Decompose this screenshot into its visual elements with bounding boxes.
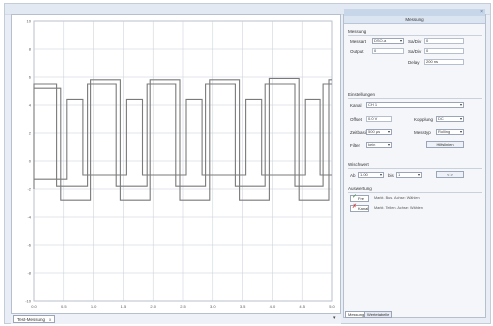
document-tab-bar: Test-Messung x ▾ [11, 314, 341, 324]
chevron-down-icon: ▾ [459, 116, 462, 121]
close-icon[interactable]: x [49, 317, 51, 322]
source-value: CH 1 [368, 102, 378, 107]
output-field[interactable]: 0 [372, 48, 404, 54]
chevron-down-icon: ▾ [387, 142, 390, 147]
close-icon[interactable]: × [480, 9, 483, 15]
channel-select[interactable]: DSO-a ▾ [372, 38, 404, 44]
timebase-select[interactable]: 500 µs ▾ [366, 129, 392, 135]
x-tick-label: 0.0 [31, 304, 37, 309]
tab-measurement[interactable]: Test-Messung x [13, 315, 56, 323]
coupling-select[interactable]: DC ▾ [436, 116, 464, 122]
channel-value: DSO-a [374, 38, 387, 43]
range-to-select[interactable]: 1 ▾ [396, 172, 422, 178]
filter-select[interactable]: kein ▾ [366, 142, 392, 148]
x-tick-label: 1.0 [91, 304, 97, 309]
divider [348, 98, 482, 99]
tab-label: Test-Messung [17, 317, 46, 322]
panel-header: Messung [344, 16, 485, 24]
range-button[interactable]: < > [436, 171, 464, 178]
chevron-down-icon: ▾ [459, 129, 462, 134]
chevron-down-icon: ▾ [379, 172, 382, 177]
sample2-field[interactable]: 0 [424, 48, 464, 54]
checkbox-frequency-label: Fre [358, 196, 364, 201]
range-from-value: 1.00 [360, 172, 368, 177]
oscilloscope-plot[interactable]: 0.0 0.5 1.0 1.5 2.0 2.5 3.0 3.5 4.0 4.5 5.0 10 8 6 4 2 0… [12, 15, 342, 315]
check-icon: ✓ [352, 194, 358, 200]
divider [348, 192, 482, 193]
output-label: Output [350, 49, 364, 54]
arrow-down-icon[interactable]: ▾ [333, 315, 336, 321]
section-title-output: Auswertung [348, 186, 372, 191]
x-tick-label: 3.5 [240, 304, 246, 309]
filter-label: Filter [350, 143, 360, 148]
channel-label: Messart [350, 39, 367, 44]
coupling-label: Kopplung [414, 117, 434, 122]
range-to-label: bis [388, 173, 394, 178]
frequency-hint: Markt. Bus. Achse: Wählen [374, 196, 420, 200]
app-window: 0.0 0.5 1.0 1.5 2.0 2.5 3.0 3.5 4.0 4.5 5.0 10 8 6 4 2 0… [4, 3, 491, 324]
sample-label: Sa/Div [408, 39, 422, 44]
range-from-label: Ab [350, 173, 356, 178]
tab-value-table[interactable]: Wertetabelle [364, 311, 393, 318]
plot-panel: 0.0 0.5 1.0 1.5 2.0 2.5 3.0 3.5 4.0 4.5 5.0 10 8 6 4 2 0… [11, 14, 341, 314]
range-to-value: 1 [398, 172, 401, 177]
coupling-value: DC [438, 116, 444, 121]
channel-hint: Markt. Teilen. Achse: Wählen [374, 206, 423, 210]
x-tick-label: 4.5 [299, 304, 305, 309]
x-tick-label: 4.0 [270, 304, 276, 309]
y-tick-label: -6 [27, 243, 31, 248]
section-title-range: Wischwert [348, 162, 369, 167]
delay-field[interactable]: 200 ns [424, 59, 464, 65]
checkbox-frequency[interactable]: ✓ Fre [350, 194, 369, 202]
guides-button[interactable]: Hilfslinien [426, 141, 464, 148]
x-tick-label: 2.0 [150, 304, 156, 309]
sample-field[interactable]: 0 [424, 38, 464, 44]
y-tick-label: 10 [27, 19, 32, 24]
y-tick-label: 8 [29, 47, 32, 52]
x-tick-label: 5.0 [329, 304, 335, 309]
source-select[interactable]: CH 1 ▾ [366, 102, 464, 108]
y-tick-label: -2 [27, 187, 31, 192]
x-tick-label: 3.0 [210, 304, 216, 309]
panel-titlebar: × [344, 9, 485, 16]
x-tick-label: 1.5 [121, 304, 127, 309]
y-tick-label: -10 [25, 299, 32, 304]
filter-value: kein [368, 142, 376, 147]
checkbox-channel-label: Kanal [358, 206, 369, 211]
measurement-panel: × Messung Messung Messart DSO-a ▾ Sa/Div … [343, 9, 486, 318]
checkbox-channel[interactable]: ✗ Kanal [350, 204, 369, 212]
check-icon: ✗ [352, 204, 358, 210]
y-tick-label: 6 [29, 75, 32, 80]
chevron-down-icon: ▾ [387, 129, 390, 134]
divider [348, 35, 482, 36]
mode-label: Messtyp [414, 130, 431, 135]
section-title-measurement: Messung [348, 29, 367, 34]
mode-select[interactable]: Rolling ▾ [436, 129, 464, 135]
source-label: Kanal [350, 103, 362, 108]
y-tick-label: -8 [27, 271, 31, 276]
chevron-down-icon: ▾ [459, 102, 462, 107]
y-tick-label: 4 [29, 103, 32, 108]
y-tick-label: 2 [29, 131, 32, 136]
mode-value: Rolling [438, 129, 451, 134]
y-tick-label: -4 [27, 215, 31, 220]
y-tick-label: 0 [29, 159, 32, 164]
x-tick-label: 0.5 [61, 304, 67, 309]
sample2-label: Sa/Div [408, 49, 422, 54]
delay-label: Delay [408, 60, 420, 65]
x-tick-label: 2.5 [180, 304, 186, 309]
chevron-down-icon: ▾ [399, 38, 402, 43]
range-from-select[interactable]: 1.00 ▾ [358, 172, 384, 178]
chevron-down-icon: ▾ [417, 172, 420, 177]
section-title-settings: Einstellungen [348, 92, 376, 97]
timebase-value: 500 µs [368, 129, 381, 134]
offset-label: Offset [350, 117, 362, 122]
divider [348, 168, 482, 169]
offset-field[interactable]: 0.0 V [366, 116, 392, 122]
